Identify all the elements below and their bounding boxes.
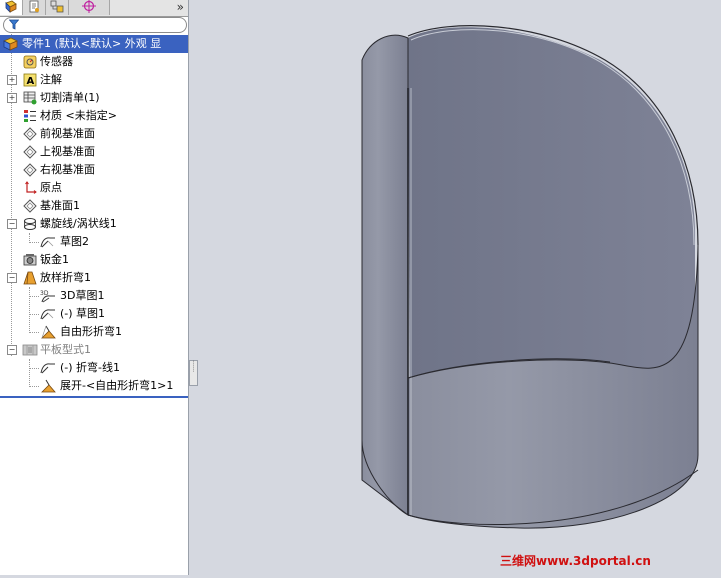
tree-item-origin[interactable]: 原点	[0, 179, 188, 197]
tree-item-lofted-bend1[interactable]: − 放样折弯1	[0, 269, 188, 287]
watermark-text: 三维网www.3dportal.cn	[500, 554, 651, 568]
manager-tabs: »	[0, 0, 188, 17]
tree-item-sensors[interactable]: 传感器	[0, 53, 188, 71]
tree-item-flat-pattern1[interactable]: − 平板型式1	[0, 341, 188, 359]
filter-icon	[8, 19, 20, 33]
plane-icon	[22, 126, 38, 142]
tree-item-freeform-bend1[interactable]: 自由形折弯1	[0, 323, 188, 341]
feature-tree-icon	[4, 0, 18, 16]
bend-line-sketch-icon	[40, 360, 56, 376]
tree-item-helix1[interactable]: − 螺旋线/涡状线1	[0, 215, 188, 233]
tree-root-part[interactable]: 零件1 (默认<默认> 外观 显	[0, 35, 188, 53]
origin-icon	[22, 180, 38, 196]
flat-pattern-icon	[22, 342, 38, 358]
expand-toggle[interactable]: +	[7, 75, 17, 85]
tree-item-bend-lines1[interactable]: (-) 折弯-线1	[0, 359, 188, 377]
plane-icon	[22, 162, 38, 178]
sketch-3d-icon: 3D	[40, 288, 56, 304]
collapse-toggle[interactable]: −	[7, 219, 17, 229]
svg-text:A: A	[27, 76, 35, 87]
tree-item-front-plane[interactable]: 前视基准面	[0, 125, 188, 143]
tabs-more-button[interactable]: »	[177, 0, 184, 14]
tree-item-top-plane[interactable]: 上视基准面	[0, 143, 188, 161]
material-icon	[22, 108, 38, 124]
tab-configuration-manager[interactable]	[46, 0, 69, 15]
unfold-icon	[40, 378, 56, 394]
graphics-viewport[interactable]	[190, 0, 721, 575]
tree-item-unfold[interactable]: 展开-<自由形折弯1>1	[0, 377, 188, 395]
sheet-metal-icon	[22, 252, 38, 268]
sketch-icon	[40, 306, 56, 322]
tree-item-cut-list[interactable]: + 切割清单(1)	[0, 89, 188, 107]
tree-root-label: 零件1 (默认<默认> 外观 显	[22, 37, 162, 50]
property-icon	[28, 0, 40, 16]
configuration-icon	[50, 0, 64, 16]
collapse-toggle[interactable]: −	[7, 273, 17, 283]
plane-icon	[22, 144, 38, 160]
plane-icon	[22, 198, 38, 214]
tab-property-manager[interactable]	[23, 0, 46, 15]
expand-toggle[interactable]: +	[7, 93, 17, 103]
freeform-bend-icon	[40, 324, 56, 340]
tree-filter-input[interactable]	[3, 17, 187, 33]
helix-icon	[22, 216, 38, 232]
tree-item-material[interactable]: 材质 <未指定>	[0, 107, 188, 125]
sketch-icon	[40, 234, 56, 250]
left-wall-panel	[361, 34, 409, 517]
cut-list-icon	[22, 90, 38, 106]
sensor-icon	[22, 54, 38, 70]
feature-manager-panel: » 零件1 (默认<默认> 外观 显 传感器 + A 注解 + 切割清单(1) …	[0, 0, 189, 575]
collapse-toggle[interactable]: −	[7, 345, 17, 355]
tree-item-sketch2[interactable]: 草图2	[0, 233, 188, 251]
tree-item-annotations[interactable]: + A 注解	[0, 71, 188, 89]
annotation-icon: A	[22, 72, 38, 88]
part-icon	[2, 36, 18, 52]
tree-item-3d-sketch1[interactable]: 3D 3D草图1	[0, 287, 188, 305]
tree-item-right-plane[interactable]: 右视基准面	[0, 161, 188, 179]
tree-item-sheet-metal1[interactable]: 钣金1	[0, 251, 188, 269]
tree-rollback-bar[interactable]	[0, 396, 188, 398]
tab-feature-manager[interactable]	[0, 0, 23, 15]
tree-item-plane1[interactable]: 基准面1	[0, 197, 188, 215]
tab-dim-xpert-manager[interactable]	[69, 0, 110, 15]
crosshair-target-icon	[81, 0, 97, 16]
tree-item-sketch1[interactable]: (-) 草图1	[0, 305, 188, 323]
lofted-bend-icon	[22, 270, 38, 286]
part-model-render	[361, 25, 699, 529]
